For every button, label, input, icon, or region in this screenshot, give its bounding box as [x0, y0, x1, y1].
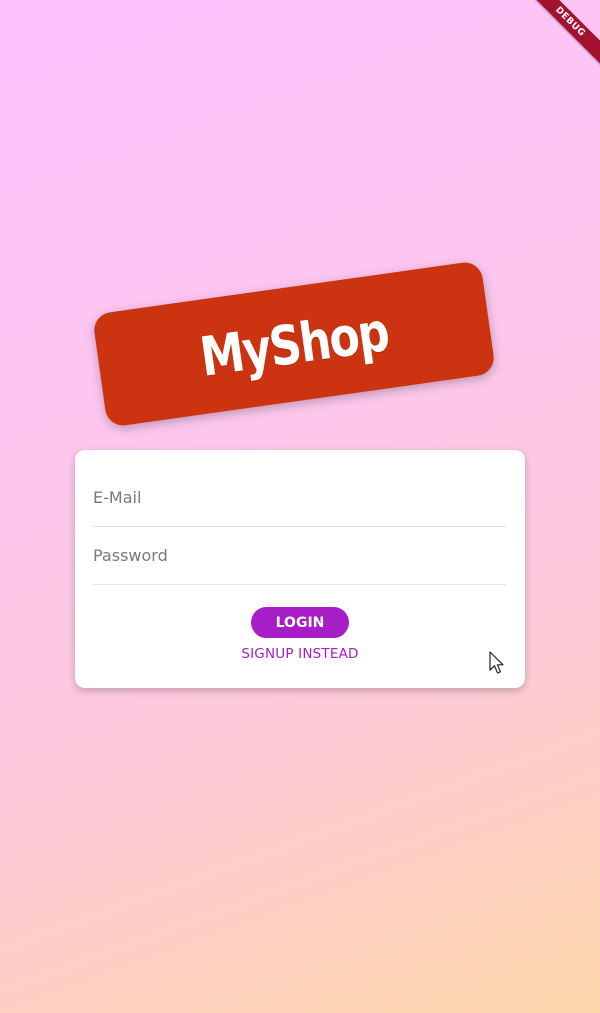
email-input[interactable] — [93, 468, 506, 526]
signup-instead-button[interactable]: SIGNUP INSTEAD — [75, 646, 525, 662]
app-logo: MyShop — [91, 260, 497, 428]
app-logo-text: MyShop — [196, 299, 392, 389]
login-button[interactable]: LOGIN — [251, 607, 349, 638]
debug-banner-label: DEBUG — [521, 0, 600, 71]
password-input[interactable] — [93, 526, 506, 584]
password-field — [93, 526, 506, 585]
debug-banner: DEBUG — [520, 0, 600, 80]
email-field — [93, 468, 506, 527]
auth-card: LOGIN SIGNUP INSTEAD — [75, 450, 525, 688]
